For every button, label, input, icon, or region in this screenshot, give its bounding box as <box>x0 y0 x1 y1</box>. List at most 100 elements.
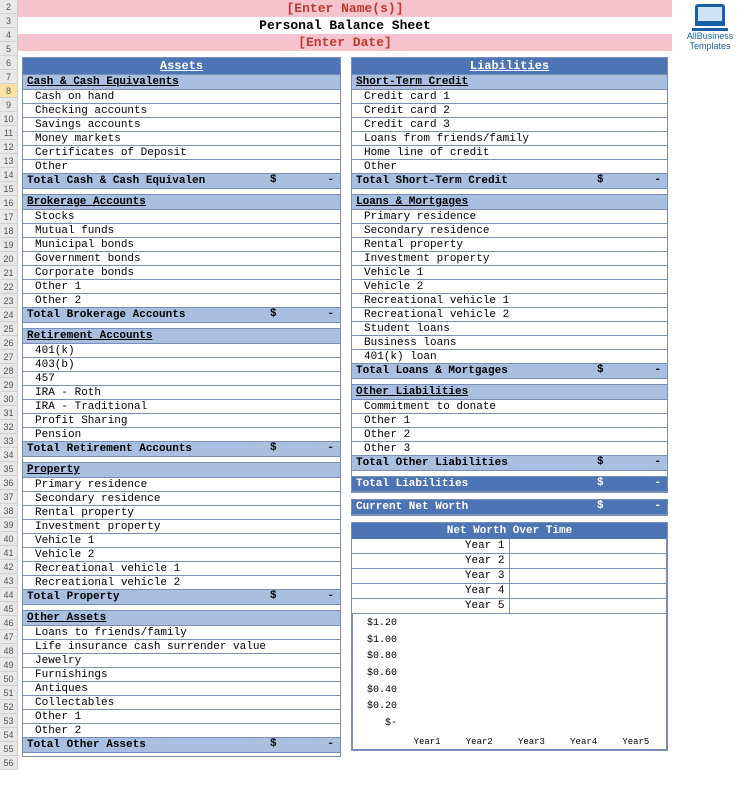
row-number[interactable]: 40 <box>0 532 17 546</box>
row-number[interactable]: 13 <box>0 154 17 168</box>
row-number[interactable]: 3 <box>0 14 17 28</box>
row-number[interactable]: 46 <box>0 616 17 630</box>
line-item[interactable]: Vehicle 2 <box>352 280 667 294</box>
row-number[interactable]: 51 <box>0 686 17 700</box>
row-number[interactable]: 6 <box>0 56 17 70</box>
line-item[interactable]: IRA - Roth <box>23 386 340 400</box>
line-item[interactable]: Government bonds <box>23 252 340 266</box>
line-item[interactable]: Secondary residence <box>352 224 667 238</box>
name-placeholder[interactable]: [Enter Name(s)] <box>18 0 672 17</box>
row-number[interactable]: 20 <box>0 252 17 266</box>
row-number[interactable]: 34 <box>0 448 17 462</box>
row-number[interactable]: 45 <box>0 602 17 616</box>
row-number[interactable]: 41 <box>0 546 17 560</box>
year-value[interactable] <box>510 569 668 583</box>
row-number[interactable]: 44 <box>0 588 17 602</box>
row-number[interactable]: 38 <box>0 504 17 518</box>
line-item[interactable]: Loans from friends/family <box>352 132 667 146</box>
row-number[interactable]: 16 <box>0 196 17 210</box>
line-item[interactable]: Other <box>352 160 667 174</box>
row-number[interactable]: 11 <box>0 126 17 140</box>
line-item[interactable]: Corporate bonds <box>23 266 340 280</box>
line-item[interactable]: Mutual funds <box>23 224 340 238</box>
row-number[interactable]: 25 <box>0 322 17 336</box>
line-item[interactable]: Other 1 <box>23 280 340 294</box>
row-number[interactable]: 54 <box>0 728 17 742</box>
row-number[interactable]: 39 <box>0 518 17 532</box>
line-item[interactable]: Primary residence <box>352 210 667 224</box>
line-item[interactable]: Collectables <box>23 696 340 710</box>
line-item[interactable]: Loans to friends/family <box>23 626 340 640</box>
line-item[interactable]: Rental property <box>23 506 340 520</box>
line-item[interactable]: 401(k) loan <box>352 350 667 364</box>
row-number[interactable]: 42 <box>0 560 17 574</box>
row-number[interactable]: 36 <box>0 476 17 490</box>
line-item[interactable]: IRA - Traditional <box>23 400 340 414</box>
row-number[interactable]: 9 <box>0 98 17 112</box>
networth-year-row[interactable]: Year 3 <box>352 569 667 584</box>
line-item[interactable]: Recreational vehicle 2 <box>23 576 340 590</box>
row-number[interactable]: 17 <box>0 210 17 224</box>
line-item[interactable]: Savings accounts <box>23 118 340 132</box>
line-item[interactable]: Other 3 <box>352 442 667 456</box>
line-item[interactable]: Other 2 <box>23 294 340 308</box>
row-number[interactable]: 22 <box>0 280 17 294</box>
line-item[interactable]: Business loans <box>352 336 667 350</box>
line-item[interactable]: Secondary residence <box>23 492 340 506</box>
line-item[interactable]: Money markets <box>23 132 340 146</box>
line-item[interactable]: Furnishings <box>23 668 340 682</box>
networth-year-row[interactable]: Year 4 <box>352 584 667 599</box>
networth-year-row[interactable]: Year 1 <box>352 539 667 554</box>
row-number[interactable]: 15 <box>0 182 17 196</box>
row-number[interactable]: 49 <box>0 658 17 672</box>
row-number[interactable]: 32 <box>0 420 17 434</box>
line-item[interactable]: Investment property <box>23 520 340 534</box>
line-item[interactable]: Pension <box>23 428 340 442</box>
line-item[interactable]: Other <box>23 160 340 174</box>
line-item[interactable]: Profit Sharing <box>23 414 340 428</box>
row-number[interactable]: 47 <box>0 630 17 644</box>
row-number[interactable]: 43 <box>0 574 17 588</box>
row-number[interactable]: 50 <box>0 672 17 686</box>
line-item[interactable]: 401(k) <box>23 344 340 358</box>
row-number[interactable]: 8 <box>0 84 17 98</box>
line-item[interactable]: 457 <box>23 372 340 386</box>
row-number[interactable]: 21 <box>0 266 17 280</box>
line-item[interactable]: Rental property <box>352 238 667 252</box>
line-item[interactable]: Credit card 1 <box>352 90 667 104</box>
year-value[interactable] <box>510 539 668 553</box>
line-item[interactable]: Recreational vehicle 2 <box>352 308 667 322</box>
row-number[interactable]: 28 <box>0 364 17 378</box>
year-value[interactable] <box>510 599 668 613</box>
row-number[interactable]: 56 <box>0 756 17 770</box>
line-item[interactable]: Credit card 2 <box>352 104 667 118</box>
year-value[interactable] <box>510 584 668 598</box>
row-number[interactable]: 24 <box>0 308 17 322</box>
line-item[interactable]: Investment property <box>352 252 667 266</box>
networth-year-row[interactable]: Year 2 <box>352 554 667 569</box>
year-value[interactable] <box>510 554 668 568</box>
line-item[interactable]: Vehicle 1 <box>352 266 667 280</box>
line-item[interactable]: Home line of credit <box>352 146 667 160</box>
line-item[interactable]: Municipal bonds <box>23 238 340 252</box>
line-item[interactable]: Recreational vehicle 1 <box>352 294 667 308</box>
row-number[interactable]: 33 <box>0 434 17 448</box>
row-number[interactable]: 7 <box>0 70 17 84</box>
row-number[interactable]: 52 <box>0 700 17 714</box>
line-item[interactable]: Jewelry <box>23 654 340 668</box>
row-number[interactable]: 27 <box>0 350 17 364</box>
row-number[interactable]: 53 <box>0 714 17 728</box>
line-item[interactable]: Other 1 <box>23 710 340 724</box>
line-item[interactable]: Other 2 <box>352 428 667 442</box>
line-item[interactable]: Credit card 3 <box>352 118 667 132</box>
row-number[interactable]: 26 <box>0 336 17 350</box>
row-number[interactable]: 5 <box>0 42 17 56</box>
row-number[interactable]: 12 <box>0 140 17 154</box>
line-item[interactable]: Primary residence <box>23 478 340 492</box>
line-item[interactable]: Vehicle 2 <box>23 548 340 562</box>
row-number[interactable]: 37 <box>0 490 17 504</box>
row-number[interactable]: 35 <box>0 462 17 476</box>
row-number[interactable]: 19 <box>0 238 17 252</box>
row-number[interactable]: 4 <box>0 28 17 42</box>
line-item[interactable]: Student loans <box>352 322 667 336</box>
